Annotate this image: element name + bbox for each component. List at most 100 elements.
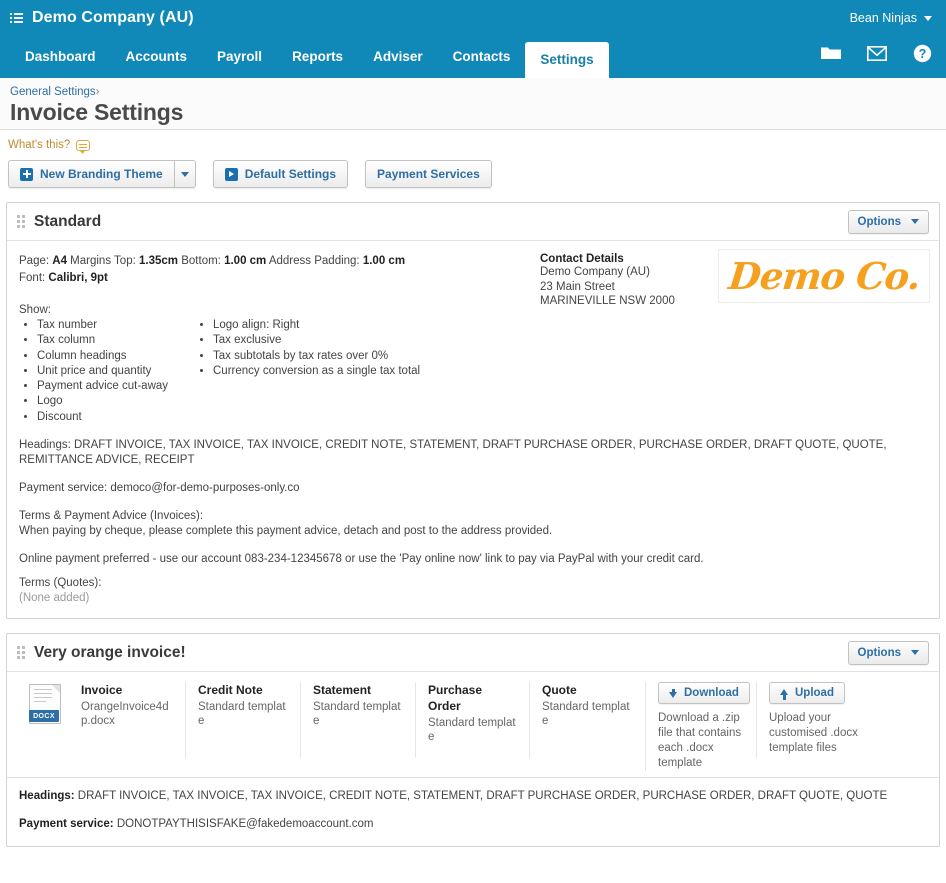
list-item: Discount	[37, 410, 195, 425]
nav-item-accounts[interactable]: Accounts	[111, 36, 203, 78]
headings-label: Headings:	[19, 439, 71, 452]
new-branding-theme-dropdown[interactable]	[173, 160, 196, 188]
template-sub: Standard template	[198, 701, 286, 728]
nav-item-adviser[interactable]: Adviser	[358, 36, 438, 78]
user-menu[interactable]: Bean Ninjas	[850, 11, 932, 25]
panel-header: Standard Options	[7, 203, 939, 241]
bottom-value: 1.00 cm	[224, 255, 267, 267]
terms-quotes-label: Terms (Quotes):	[19, 577, 102, 590]
page-label: Page:	[19, 255, 50, 267]
file-icon-cell: DOCX	[7, 682, 69, 725]
help-icon[interactable]: ?	[913, 44, 932, 63]
chevron-down-icon	[911, 650, 919, 656]
template-sub: Standard template	[313, 701, 401, 728]
default-settings-button[interactable]: Default Settings	[212, 160, 349, 188]
terms-quotes-value: (None added)	[19, 592, 90, 605]
template-sub: Standard template	[542, 701, 630, 728]
upload-cell: Upload Upload your customised .docx temp…	[756, 682, 886, 759]
new-branding-theme-button[interactable]: New Branding Theme	[8, 160, 174, 188]
upload-button[interactable]: Upload	[769, 682, 845, 705]
template-row: DOCX Invoice OrangeInvoice4dp.docx Credi…	[7, 672, 939, 779]
nav-item-dashboard[interactable]: Dashboard	[10, 36, 111, 78]
bottom-label: Bottom:	[181, 255, 221, 267]
list-item: Unit price and quantity	[37, 364, 195, 379]
chevron-down-icon	[924, 15, 932, 21]
nav-item-reports[interactable]: Reports	[277, 36, 358, 78]
list-item: Tax subtotals by tax rates over 0%	[213, 349, 420, 364]
template-name: Quote	[542, 683, 577, 698]
docx-badge-label: DOCX	[29, 710, 59, 723]
show-options: Tax number Tax column Column headings Un…	[19, 318, 927, 425]
play-icon	[224, 167, 238, 181]
template-sub: OrangeInvoice4dp.docx	[81, 701, 169, 728]
plus-icon	[20, 167, 33, 181]
payment-service-value: democo@for-demo-purposes-only.co	[110, 482, 300, 495]
template-cell-invoice: Invoice OrangeInvoice4dp.docx	[69, 682, 185, 758]
new-branding-theme-label: New Branding Theme	[40, 167, 163, 181]
contact-line: 23 Main Street	[540, 280, 615, 293]
download-label: Download	[684, 687, 739, 700]
headings-paragraph: Headings: DRAFT INVOICE, TAX INVOICE, TA…	[19, 789, 927, 804]
download-button[interactable]: Download	[658, 682, 750, 705]
headings-paragraph: Headings: DRAFT INVOICE, TAX INVOICE, TA…	[19, 438, 927, 468]
user-menu-label: Bean Ninjas	[849, 11, 917, 25]
contact-details-title: Contact Details	[540, 253, 624, 265]
org-block[interactable]: Demo Company (AU)	[10, 9, 194, 27]
template-name: Credit Note	[198, 683, 263, 698]
nav-item-contacts[interactable]: Contacts	[438, 36, 526, 78]
payment-services-button[interactable]: Payment Services	[365, 160, 492, 188]
font-label: Font:	[19, 272, 46, 284]
panel-header: Very orange invoice! Options	[7, 634, 939, 673]
download-cell: Download Download a .zip file that conta…	[645, 682, 756, 772]
settings-toolbar: New Branding Theme Default Settings Paym…	[8, 160, 946, 188]
template-name: Purchase Order	[428, 683, 483, 714]
contact-details: Contact Details Demo Company (AU) 23 Mai…	[540, 253, 675, 309]
nav-items: Dashboard Accounts Payroll Reports Advis…	[10, 36, 609, 78]
drag-handle-icon[interactable]	[17, 215, 25, 228]
main-nav: Dashboard Accounts Payroll Reports Advis…	[0, 36, 946, 78]
font-value: Calibri, 9pt	[48, 272, 108, 284]
upload-arrow-icon	[780, 688, 788, 700]
panel-title: Standard	[34, 212, 102, 230]
list-item: Tax column	[37, 333, 195, 348]
upload-help-text: Upload your customised .docx template fi…	[769, 712, 858, 755]
options-button[interactable]: Options	[847, 209, 929, 234]
breadcrumb: General Settings›	[10, 86, 936, 98]
options-label: Options	[857, 646, 901, 659]
terms-invoices-label: Terms & Payment Advice (Invoices):	[19, 510, 204, 523]
nav-item-settings[interactable]: Settings	[525, 42, 609, 78]
panel-footer: Headings: DRAFT INVOICE, TAX INVOICE, TA…	[7, 778, 939, 846]
folder-icon[interactable]	[821, 45, 841, 61]
address-padding-value: 1.00 cm	[362, 255, 406, 267]
whats-this-link[interactable]: What's this?	[8, 139, 91, 154]
envelope-icon[interactable]	[867, 45, 887, 61]
chevron-down-icon	[180, 171, 189, 177]
speech-bubble-icon	[76, 139, 91, 154]
svg-text:?: ?	[919, 47, 927, 61]
panel-body: Page: A4 Margins Top: 1.35cm Bottom: 1.0…	[7, 241, 939, 618]
show-options-column-1: Tax number Tax column Column headings Un…	[19, 318, 195, 425]
drag-handle-icon[interactable]	[17, 646, 25, 660]
payment-service-paragraph: Payment service: democo@for-demo-purpose…	[19, 481, 927, 496]
new-branding-theme-split-button: New Branding Theme	[8, 160, 196, 188]
list-icon[interactable]	[10, 12, 24, 24]
top-bar: Demo Company (AU) Bean Ninjas	[0, 0, 946, 36]
template-sub: Standard template	[428, 717, 516, 744]
payment-service-label: Payment service:	[19, 818, 114, 831]
page-value: A4	[52, 255, 67, 267]
list-item: Tax exclusive	[213, 333, 420, 348]
nav-item-payroll[interactable]: Payroll	[202, 36, 277, 78]
payment-services-label: Payment Services	[377, 167, 480, 181]
docx-file-icon: DOCX	[29, 684, 61, 725]
payment-service-label: Payment service:	[19, 482, 108, 495]
whats-this-label: What's this?	[8, 139, 71, 151]
options-button[interactable]: Options	[847, 640, 929, 665]
org-name: Demo Company (AU)	[32, 9, 194, 26]
list-item: Column headings	[37, 349, 195, 364]
show-options-column-2: Logo align: Right Tax exclusive Tax subt…	[195, 318, 420, 425]
show-label: Show:	[19, 304, 51, 316]
margins-top-label: Margins Top:	[70, 255, 136, 267]
breadcrumb-link-general-settings[interactable]: General Settings	[10, 86, 96, 98]
list-item: Tax number	[37, 318, 195, 333]
nav-icons: ?	[821, 36, 932, 78]
